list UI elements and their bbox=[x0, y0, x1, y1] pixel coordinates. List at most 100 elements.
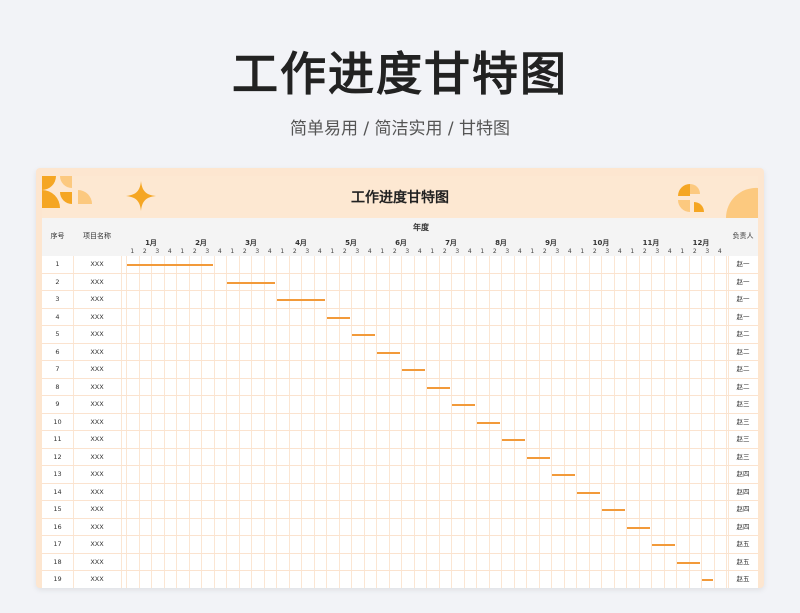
table-row[interactable]: 18 XXX 赵五 bbox=[42, 554, 758, 571]
row-project-name: XXX bbox=[90, 575, 104, 583]
table-row[interactable]: 5 XXX 赵二 bbox=[42, 326, 758, 344]
gantt-bar[interactable] bbox=[627, 526, 650, 529]
gantt-bar[interactable] bbox=[377, 351, 400, 354]
week-label: 4 bbox=[467, 248, 472, 255]
month-label: 6月 bbox=[395, 239, 407, 247]
row-project-name: XXX bbox=[90, 522, 104, 531]
gantt-bar[interactable] bbox=[127, 264, 213, 266]
gantt-bar[interactable] bbox=[277, 299, 325, 301]
table-row[interactable]: 13 XXX 赵四 bbox=[42, 466, 758, 484]
header-year: 年度 bbox=[413, 223, 429, 232]
week-label: 3 bbox=[155, 248, 160, 255]
row-index: 15 bbox=[53, 505, 62, 513]
row-index: 5 bbox=[55, 330, 60, 338]
row-owner: 赵一 bbox=[736, 277, 750, 286]
month-label: 4月 bbox=[295, 239, 307, 247]
gantt-bar[interactable] bbox=[327, 316, 350, 319]
sheet-title: 工作进度甘特图 bbox=[351, 190, 449, 206]
row-project-name: XXX bbox=[90, 540, 104, 548]
table-row[interactable]: 17 XXX 赵五 bbox=[42, 536, 758, 554]
table-row[interactable]: 8 XXX 赵二 bbox=[42, 379, 758, 396]
week-label: 1 bbox=[630, 248, 635, 255]
gantt-bar[interactable] bbox=[652, 544, 675, 546]
row-index: 14 bbox=[53, 487, 62, 496]
week-label: 2 bbox=[292, 248, 297, 255]
month-label: 12月 bbox=[692, 239, 710, 247]
gantt-bar[interactable] bbox=[227, 281, 275, 284]
table-row[interactable]: 7 XXX 赵二 bbox=[42, 361, 758, 379]
table-row[interactable]: 4 XXX 赵一 bbox=[42, 309, 758, 326]
row-project-name: XXX bbox=[90, 487, 104, 496]
gantt-bar[interactable] bbox=[677, 561, 700, 564]
row-project-name: XXX bbox=[90, 312, 104, 321]
gantt-bar[interactable] bbox=[527, 456, 550, 459]
month-label: 3月 bbox=[245, 239, 257, 247]
week-label: 4 bbox=[217, 248, 222, 255]
row-owner: 赵一 bbox=[736, 260, 750, 268]
gantt-bar[interactable] bbox=[577, 491, 600, 494]
table-row[interactable]: 10 XXX 赵三 bbox=[42, 414, 758, 431]
table-row[interactable]: 16 XXX 赵四 bbox=[42, 519, 758, 536]
gantt-bar[interactable] bbox=[552, 474, 575, 476]
gantt-bar[interactable] bbox=[427, 386, 450, 389]
gantt-bar[interactable] bbox=[502, 439, 525, 441]
gantt-bar[interactable] bbox=[352, 334, 375, 336]
week-label: 4 bbox=[317, 248, 322, 255]
table-row[interactable]: 15 XXX 赵四 bbox=[42, 501, 758, 519]
month-label: 5月 bbox=[345, 239, 357, 247]
week-label: 4 bbox=[167, 248, 172, 255]
row-project-name: XXX bbox=[90, 382, 104, 391]
table-row[interactable]: 2 XXX 赵一 bbox=[42, 274, 758, 291]
gantt-bar[interactable] bbox=[402, 369, 425, 371]
table-row[interactable]: 14 XXX 赵四 bbox=[42, 484, 758, 501]
gantt-bar[interactable] bbox=[452, 404, 475, 406]
week-label: 3 bbox=[505, 248, 510, 255]
row-index: 8 bbox=[55, 382, 60, 391]
sheet-body: 工作进度甘特图 序号 项目名称 年度 负责人 1月 1 2 3 4 2月 1 2 3 4 3月 1 2 3… bbox=[42, 176, 758, 588]
row-index: 7 bbox=[55, 365, 60, 373]
row-project-name: XXX bbox=[90, 260, 104, 268]
week-label: 1 bbox=[230, 248, 235, 255]
gantt-bar[interactable] bbox=[702, 579, 713, 581]
row-project-name: XXX bbox=[90, 330, 104, 338]
table-row[interactable]: 11 XXX 赵三 bbox=[42, 431, 758, 449]
week-label: 3 bbox=[205, 248, 210, 255]
row-index: 16 bbox=[53, 522, 62, 531]
row-owner: 赵四 bbox=[736, 487, 750, 496]
week-label: 3 bbox=[255, 248, 260, 255]
week-label: 2 bbox=[342, 248, 347, 255]
week-label: 3 bbox=[705, 248, 710, 255]
week-label: 2 bbox=[142, 248, 147, 255]
row-project-name: XXX bbox=[90, 557, 104, 566]
week-label: 1 bbox=[380, 248, 385, 255]
row-project-name: XXX bbox=[90, 470, 104, 478]
week-label: 2 bbox=[642, 248, 647, 255]
table-header: 序号 项目名称 年度 负责人 1月 1 2 3 4 2月 1 2 3 4 3月 1 2 3 4 4月 1 2 3 4 5… bbox=[42, 218, 758, 256]
row-project-name: XXX bbox=[90, 347, 104, 356]
row-owner: 赵三 bbox=[736, 435, 750, 443]
gantt-bar[interactable] bbox=[477, 421, 500, 424]
table-row[interactable]: 12 XXX 赵三 bbox=[42, 449, 758, 466]
row-project-name: XXX bbox=[90, 365, 104, 373]
row-owner: 赵二 bbox=[736, 347, 750, 356]
table-row[interactable]: 3 XXX 赵一 bbox=[42, 291, 758, 309]
row-index: 19 bbox=[53, 575, 62, 583]
hero-subtitle: 简单易用 / 简洁实用 / 甘特图 bbox=[289, 119, 511, 139]
row-project-name: XXX bbox=[90, 435, 104, 443]
week-label: 1 bbox=[130, 248, 135, 255]
header-owner: 负责人 bbox=[732, 232, 754, 240]
row-index: 6 bbox=[55, 347, 60, 356]
sheet-banner: 工作进度甘特图 bbox=[42, 176, 758, 218]
row-owner: 赵一 bbox=[736, 312, 750, 321]
week-label: 1 bbox=[680, 248, 685, 255]
table-row[interactable]: 19 XXX 赵五 bbox=[42, 571, 758, 588]
row-owner: 赵五 bbox=[736, 557, 750, 566]
gantt-bar[interactable] bbox=[602, 509, 625, 511]
table-row[interactable]: 9 XXX 赵三 bbox=[42, 396, 758, 414]
table-row[interactable]: 1 XXX 赵一 bbox=[42, 256, 758, 274]
row-owner: 赵二 bbox=[736, 365, 750, 373]
week-label: 2 bbox=[492, 248, 497, 255]
table-row[interactable]: 6 XXX 赵二 bbox=[42, 344, 758, 361]
row-project-name: XXX bbox=[90, 452, 104, 461]
row-project-name: XXX bbox=[90, 505, 104, 513]
